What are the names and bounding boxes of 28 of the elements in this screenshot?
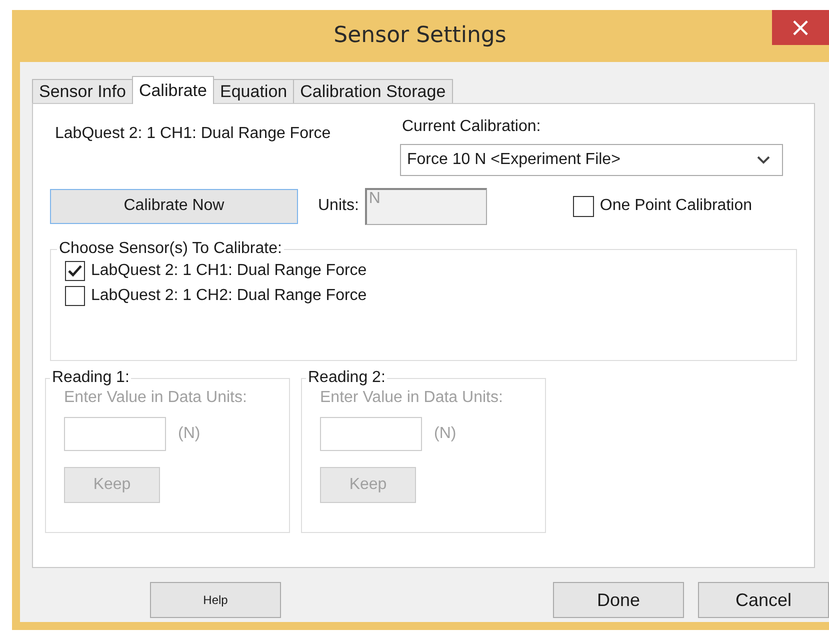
sensor-name: LabQuest 2: 1 CH1: Dual Range Force [55,125,332,144]
units-label: Units: [318,197,359,215]
unit-label: (N) [434,425,456,443]
close-button[interactable]: × [772,10,829,45]
checkbox-label: LabQuest 2: 1 CH2: Dual Range Force [91,286,367,304]
help-button[interactable]: Help [150,582,281,618]
prompt-label: Enter Value in Data Units: [320,389,504,407]
checkbox-label: One Point Calibration [600,197,752,215]
checkbox[interactable] [65,260,85,280]
calibrate-now-button[interactable]: Calibrate Now [50,188,298,224]
group-title: Choose Sensor(s) To Calibrate: [58,240,283,258]
cancel-button[interactable]: Cancel [698,582,829,618]
tab[interactable]: Calibrate [132,76,214,104]
tab[interactable]: Calibration Storage [293,79,453,103]
calibration-dropdown[interactable]: Force 10 N <Experiment File> [400,144,783,176]
done-button[interactable]: Done [553,582,684,618]
tab[interactable]: Equation [213,79,294,103]
chevron-down-icon [757,156,770,164]
group-title: Reading 2: [307,369,386,387]
checkbox[interactable] [65,286,85,306]
checkbox[interactable] [572,196,594,216]
window-title: Sensor Settings [334,23,506,48]
unit-label: (N) [178,425,200,443]
current-calibration-label: Current Calibration: [402,118,542,136]
group-title: Reading 1: [51,369,130,387]
checkbox-label: LabQuest 2: 1 CH1: Dual Range Force [91,262,367,280]
prompt-label: Enter Value in Data Units: [64,389,248,407]
tab[interactable]: Sensor Info [32,79,133,103]
